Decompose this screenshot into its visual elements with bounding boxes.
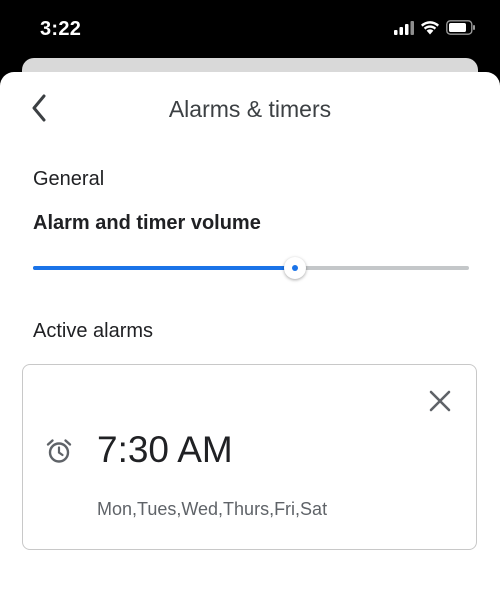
cellular-signal-icon: [394, 20, 414, 35]
volume-label: Alarm and timer volume: [33, 212, 261, 234]
status-icons: [394, 20, 476, 35]
section-label-general: General: [33, 168, 105, 190]
dismiss-alarm-button[interactable]: [428, 389, 452, 413]
alarm-time: 7:30 AM: [97, 429, 233, 470]
alarm-days: Mon,Tues,Wed,Thurs,Fri,Sat: [97, 499, 328, 519]
wifi-icon: [421, 21, 439, 35]
close-icon: [429, 390, 451, 412]
slider-fill: [33, 266, 295, 270]
settings-sheet: Alarms & timers General Alarm and timer …: [0, 72, 500, 592]
status-bar: 3:22: [0, 0, 500, 62]
alarm-card[interactable]: 7:30 AM Mon,Tues,Wed,Thurs,Fri,Sat: [22, 364, 477, 550]
slider-thumb-dot: [291, 265, 298, 271]
volume-slider[interactable]: [33, 256, 469, 280]
battery-icon: [446, 20, 475, 35]
page-title: Alarms & timers: [168, 96, 332, 122]
alarm-clock-icon: [46, 439, 72, 463]
status-time: 3:22: [40, 18, 82, 40]
header: Alarms & timers: [0, 72, 500, 144]
slider-thumb[interactable]: [283, 257, 306, 279]
section-label-active-alarms: Active alarms: [33, 320, 154, 342]
